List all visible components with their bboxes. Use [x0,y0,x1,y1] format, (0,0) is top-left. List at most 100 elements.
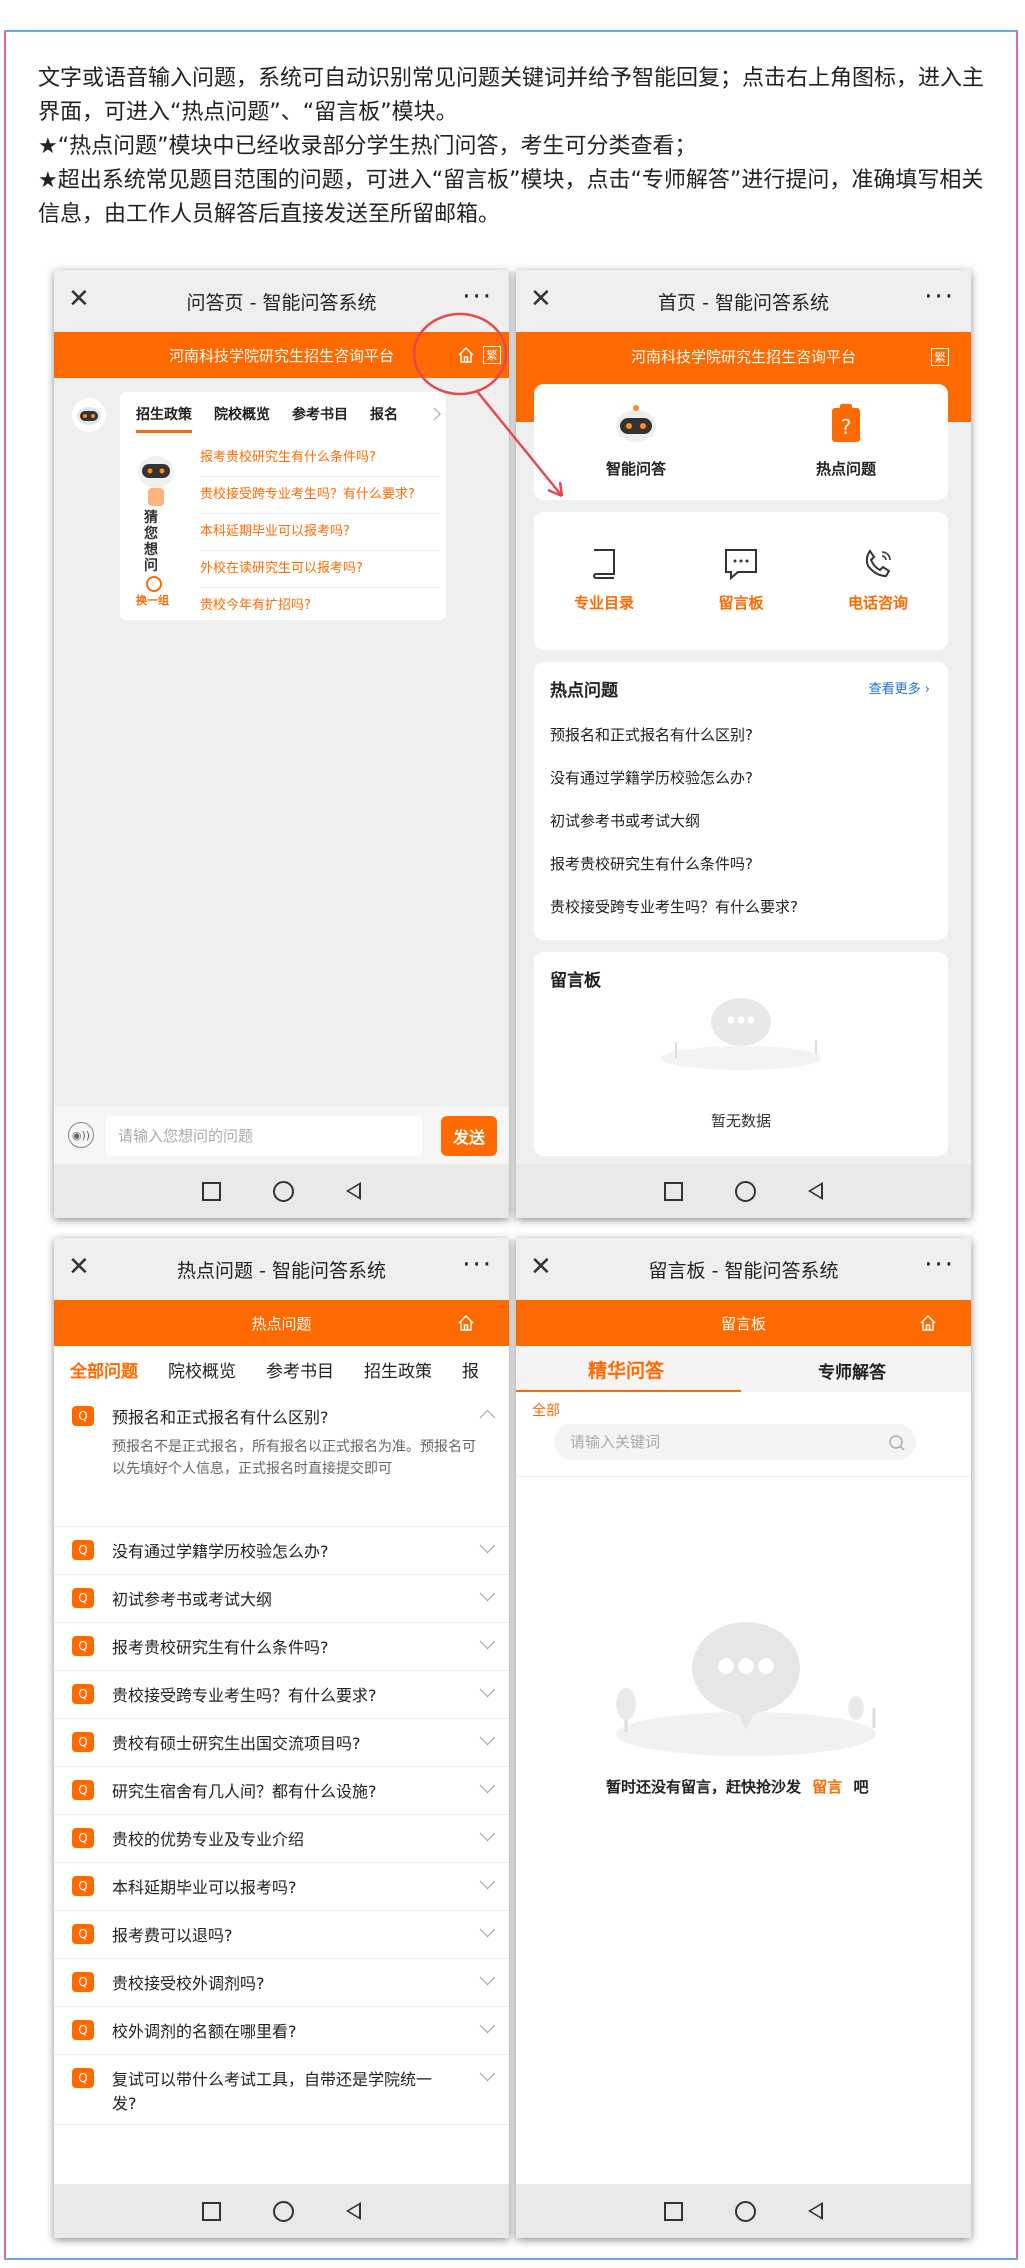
chevron-up-icon[interactable] [479,1409,496,1426]
back-icon[interactable] [346,2202,361,2220]
hot-question-item[interactable]: 预报名和正式报名有什么区别? [550,724,753,745]
home-nav-icon[interactable] [735,2200,756,2222]
refresh-icon[interactable] [146,576,162,592]
phone-message-board-page: ✕ 留言板 - 智能问答系统 ··· 留言板 精华问答 专师解答 全部 请输入关… [516,1238,971,2238]
tab-policy[interactable]: 招生政策 [364,1357,432,1382]
tile-smart-qa[interactable]: 智能问答 [586,402,686,479]
faq-question: 没有通过学籍学历校验怎么办? [112,1542,329,1561]
android-nav-bar [54,1164,509,1218]
faq-item[interactable]: Q 贵校的优势专业及专业介绍 [54,1814,509,1863]
home-nav-icon[interactable] [735,1180,756,1202]
faq-item[interactable]: Q 报考贵校研究生有什么条件吗? [54,1622,509,1671]
suggested-question[interactable]: 报考贵校研究生有什么条件吗? [200,440,440,477]
close-icon[interactable]: ✕ [68,1252,90,1282]
question-badge: Q [72,2020,94,2040]
leave-message-link[interactable]: 留言 [812,1778,842,1796]
recents-icon[interactable] [202,2201,221,2221]
faq-item[interactable]: Q 贵校接受跨专业考生吗？有什么要求? [54,1670,509,1719]
tab-expert-answer[interactable]: 专师解答 [818,1358,886,1383]
faq-item[interactable]: Q 初试参考书或考试大纲 [54,1574,509,1623]
chevron-down-icon[interactable] [479,1777,496,1794]
chevron-down-icon[interactable] [479,2017,496,2034]
faq-item[interactable]: Q 报考费可以退吗? [54,1910,509,1959]
chevron-down-icon[interactable] [479,2065,496,2082]
chevron-down-icon[interactable] [479,1681,496,1698]
tile-major-catalog[interactable]: 专业目录 [554,548,654,613]
chevron-down-icon[interactable] [479,1825,496,1842]
hot-question-item[interactable]: 没有通过学籍学历校验怎么办? [550,767,753,788]
guess-label: 猜 您 想 问 [144,510,164,574]
message-board-heading: 留言板 [550,971,601,991]
faq-question: 贵校有硕士研究生出国交流项目吗? [112,1734,361,1753]
recents-icon[interactable] [664,2201,683,2221]
robot-avatar [72,398,106,432]
home-nav-icon[interactable] [273,1180,294,1202]
tile-phone-consult[interactable]: 电话咨询 [828,548,928,613]
category-tabs: 全部问题 院校概览 参考书目 招生政策 报 [54,1346,509,1392]
chevron-down-icon[interactable] [479,1585,496,1602]
home-icon[interactable] [457,1314,475,1332]
search-icon[interactable] [888,1434,906,1452]
faq-item-expanded[interactable]: Q 预报名和正式报名有什么区别? 预报名不是正式报名，所有报名以正式报名为准。预… [54,1392,509,1527]
home-icon[interactable] [919,1314,937,1332]
suggested-question[interactable]: 本科延期毕业可以报考吗? [200,514,440,551]
filter-all[interactable]: 全部 [532,1400,560,1420]
faq-item[interactable]: Q 没有通过学籍学历校验怎么办? [54,1526,509,1575]
tab-books[interactable]: 参考书目 [292,404,348,433]
chevron-down-icon[interactable] [479,1633,496,1650]
tab-overview[interactable]: 院校概览 [214,404,270,433]
more-icon[interactable]: ··· [924,282,955,312]
guess-char-2: 您 [144,526,158,542]
chevron-down-icon[interactable] [479,1969,496,1986]
phone-icon [865,549,891,578]
chevron-down-icon[interactable] [479,1537,496,1554]
hot-question-item[interactable]: 初试参考书或考试大纲 [550,810,700,831]
recents-icon[interactable] [202,1181,221,1201]
question-input[interactable]: 请输入您想问的问题 [106,1116,422,1156]
tab-books[interactable]: 参考书目 [266,1357,334,1382]
suggested-question[interactable]: 贵校今年有扩招吗? [200,588,440,624]
intro-line-1: 文字或语音输入问题，系统可自动识别常见问题关键词并给予智能回复；点击右上角图标，… [38,66,985,125]
tile-hot-questions[interactable]: ? 热点问题 [796,402,896,479]
faq-item[interactable]: Q 研究生宿舍有几人间？都有什么设施? [54,1766,509,1815]
more-icon[interactable]: ··· [462,1250,493,1280]
back-icon[interactable] [346,1182,361,1200]
chevron-down-icon[interactable] [479,1921,496,1938]
tile-message-board[interactable]: 留言板 [691,548,791,613]
faq-item[interactable]: Q 本科延期毕业可以报考吗? [54,1862,509,1911]
input-bar: ◉)) 请输入您想问的问题 发送 [54,1106,509,1164]
home-nav-icon[interactable] [273,2200,294,2222]
back-icon[interactable] [808,1182,823,1200]
close-icon[interactable]: ✕ [68,284,90,314]
hot-question-item[interactable]: 贵校接受跨专业考生吗？有什么要求? [550,896,798,917]
traditional-chinese-toggle[interactable]: 繁 [931,348,949,366]
back-icon[interactable] [808,2202,823,2220]
refresh-button[interactable]: 换一组 [136,592,169,608]
recents-icon[interactable] [664,1181,683,1201]
faq-item[interactable]: Q 复试可以带什么考试工具，自带还是学院统一 发? [54,2054,509,2125]
send-button[interactable]: 发送 [441,1116,497,1156]
chevron-down-icon[interactable] [479,1873,496,1890]
tab-overview[interactable]: 院校概览 [168,1357,236,1382]
chevron-down-icon[interactable] [479,1729,496,1746]
faq-item[interactable]: Q 贵校有硕士研究生出国交流项目吗? [54,1718,509,1767]
voice-icon[interactable]: ◉)) [68,1122,94,1148]
suggested-question[interactable]: 外校在读研究生可以报考吗? [200,551,440,588]
keyword-search-input[interactable]: 请输入关键词 [554,1424,916,1460]
suggested-question[interactable]: 贵校接受跨专业考生吗？有什么要求? [200,477,440,514]
tab-signup[interactable]: 报名 [370,404,398,433]
tab-featured-qa[interactable]: 精华问答 [588,1356,664,1383]
tab-policy[interactable]: 招生政策 [136,404,192,433]
close-icon[interactable]: ✕ [530,1252,552,1282]
tab-all-questions[interactable]: 全部问题 [70,1357,138,1382]
empty-bubble-illustration [661,998,821,1070]
faq-item[interactable]: Q 校外调剂的名额在哪里看? [54,2006,509,2055]
hot-question-item[interactable]: 报考贵校研究生有什么条件吗? [550,853,753,874]
category-tabs: 招生政策 院校概览 参考书目 报名 [120,392,446,445]
tab-signup[interactable]: 报 [462,1357,479,1382]
faq-question: 初试参考书或考试大纲 [112,1590,273,1609]
more-icon[interactable]: ··· [462,282,493,312]
view-more-link[interactable]: 查看更多 › [869,678,930,697]
more-icon[interactable]: ··· [924,1250,955,1280]
faq-item[interactable]: Q 贵校接受校外调剂吗? [54,1958,509,2007]
